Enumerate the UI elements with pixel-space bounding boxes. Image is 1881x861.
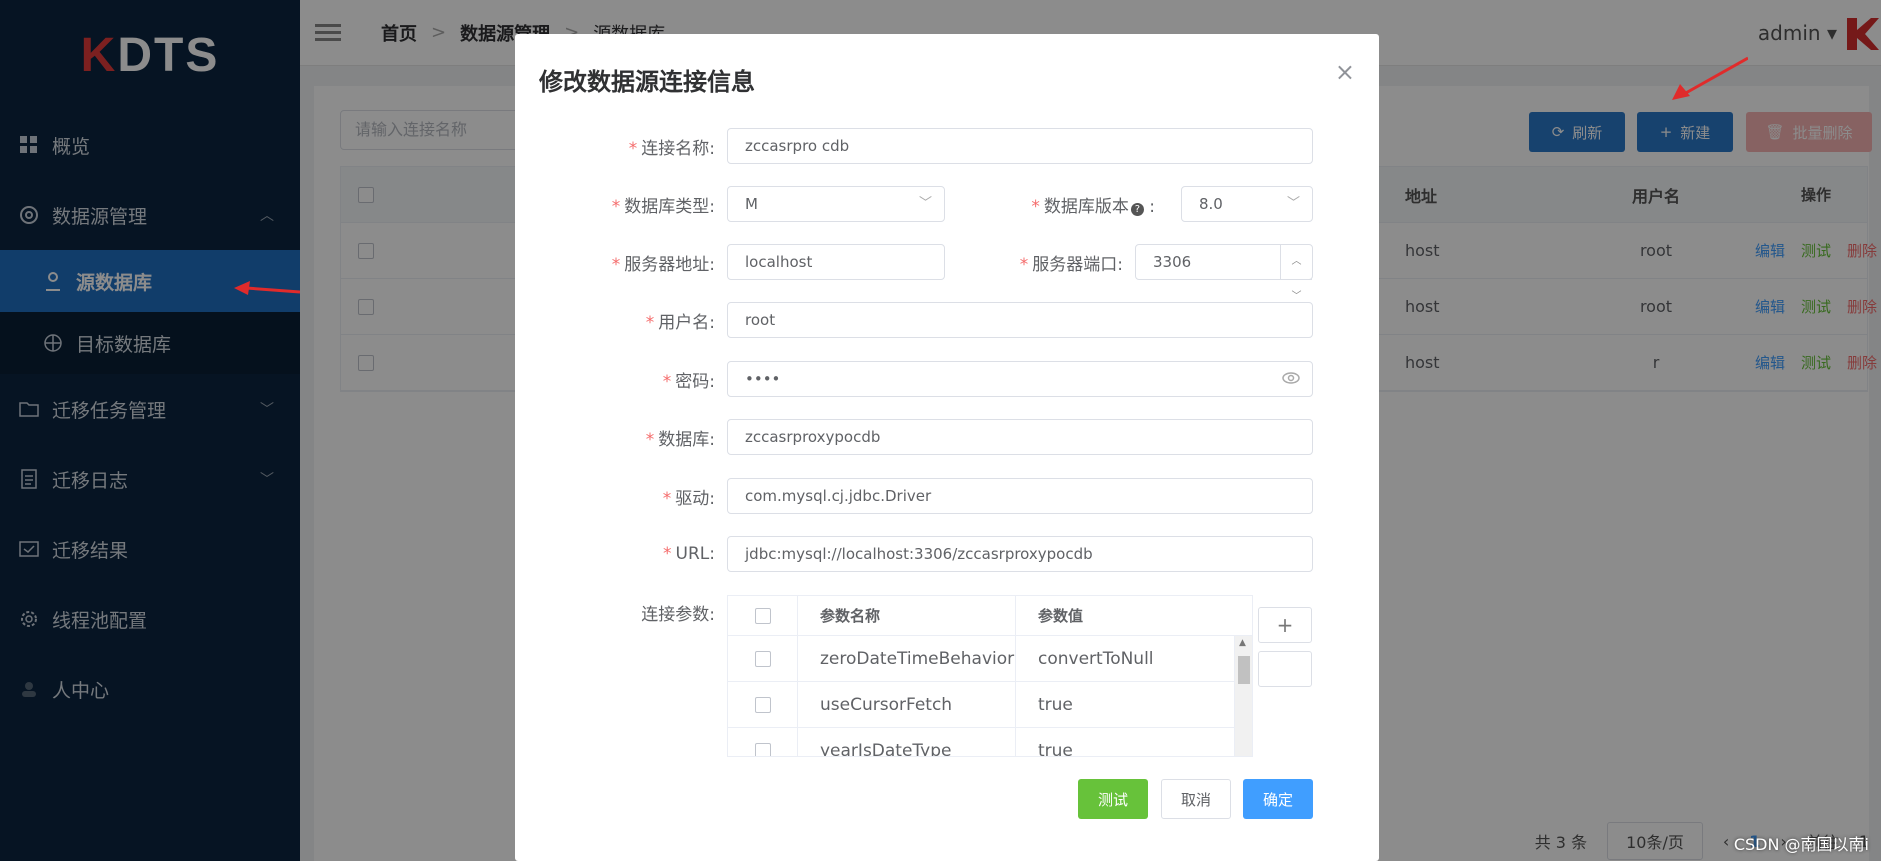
username-input[interactable]: root [727, 302, 1313, 338]
plus-icon: + [1276, 613, 1294, 637]
table-row: yearIsDateType true [728, 728, 1252, 757]
label-port: * 服务器端口: [1019, 254, 1123, 275]
params-select-all-checkbox[interactable] [754, 607, 771, 624]
param-name-cell[interactable]: useCursorFetch [798, 682, 1016, 727]
label-params: 连接参数: [641, 604, 715, 625]
params-header-name: 参数名称 [798, 596, 1016, 635]
label-username: * 用户名: [645, 312, 715, 333]
confirm-button[interactable]: 确定 [1243, 779, 1313, 819]
test-button[interactable]: 测试 [1078, 779, 1148, 819]
chevron-down-icon: ﹀ [918, 196, 932, 211]
cancel-button[interactable]: 取消 [1161, 779, 1231, 819]
chevron-down-icon: ﹀ [1286, 196, 1300, 211]
add-param-button[interactable]: + [1258, 607, 1312, 643]
eye-icon[interactable] [1282, 371, 1300, 385]
port-stepper[interactable]: ︿ ﹀ [1280, 245, 1312, 302]
table-row: zeroDateTimeBehavior convertToNull [728, 636, 1252, 682]
edit-connection-dialog: 修改数据源连接信息 × * 连接名称: zccasrpro cdb * 数据库类型:… [515, 34, 1379, 861]
label-server: * 服务器地址: [611, 254, 715, 275]
remove-param-button[interactable] [1258, 651, 1312, 687]
params-table: 参数名称 参数值 zeroDateTimeBehavior convertToN… [727, 595, 1253, 757]
increment-icon[interactable]: ︿ [1281, 245, 1312, 280]
help-icon[interactable]: ? [1130, 202, 1144, 216]
label-db-version: * 数据库版本? : [1031, 196, 1155, 217]
param-name-cell[interactable]: zeroDateTimeBehavior [798, 636, 1016, 681]
db-type-select[interactable]: M ﹀ [727, 186, 945, 222]
param-value-cell[interactable]: true [1016, 682, 1252, 727]
scroll-thumb[interactable] [1238, 656, 1250, 684]
table-row: useCursorFetch true [728, 682, 1252, 728]
row-checkbox[interactable] [754, 742, 771, 756]
database-input[interactable]: zccasrproxypocdb [727, 419, 1313, 455]
param-value-cell[interactable]: convertToNull [1016, 636, 1252, 681]
label-driver: * 驱动: [662, 488, 715, 509]
url-input[interactable]: jdbc:mysql://localhost:3306/zccasrproxyp… [727, 536, 1313, 572]
label-password: * 密码: [662, 371, 715, 392]
params-scrollbar[interactable]: ▲ [1234, 636, 1252, 756]
param-name-cell[interactable]: yearIsDateType [798, 728, 1016, 756]
label-name: * 连接名称: [628, 138, 715, 159]
db-version-select[interactable]: 8.0 ﹀ [1181, 186, 1313, 222]
connection-name-input[interactable]: zccasrpro cdb [727, 128, 1313, 164]
dialog-title: 修改数据源连接信息 [539, 68, 755, 96]
row-checkbox[interactable] [754, 650, 771, 667]
annotation-arrow [234, 281, 300, 295]
driver-input[interactable]: com.mysql.cj.jdbc.Driver [727, 478, 1313, 514]
label-database: * 数据库: [645, 429, 715, 450]
row-checkbox[interactable] [754, 696, 771, 713]
scroll-up-icon[interactable]: ▲ [1239, 638, 1246, 648]
label-url: * URL: [663, 544, 715, 564]
password-input[interactable]: •••• [727, 361, 1313, 397]
close-icon[interactable]: × [1335, 58, 1355, 86]
server-address-input[interactable]: localhost [727, 244, 945, 280]
label-db-type: * 数据库类型: [611, 196, 715, 217]
params-header: 参数名称 参数值 [728, 596, 1252, 636]
param-value-cell[interactable]: true [1016, 728, 1252, 757]
port-input[interactable]: 3306 ︿ ﹀ [1135, 244, 1313, 302]
watermark: CSDN @南国以南i [1733, 835, 1869, 854]
annotation-arrow [1672, 56, 1748, 100]
params-header-value: 参数值 [1038, 607, 1084, 625]
